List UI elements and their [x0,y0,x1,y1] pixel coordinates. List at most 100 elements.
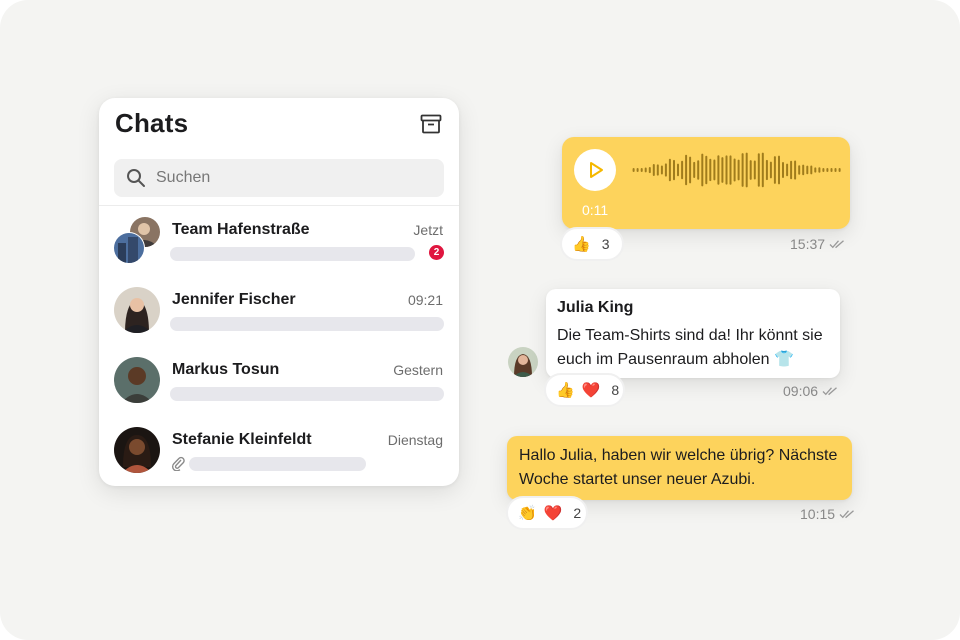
double-check-icon [829,240,844,249]
waveform-bar [818,167,821,173]
archive-icon[interactable] [419,112,443,136]
waveform-bar [741,153,744,187]
waveform-bar [660,165,663,175]
waveform-bar [798,165,801,175]
group-avatar [113,217,160,264]
message-preview-placeholder [170,247,415,261]
message-time: 09:06 [783,383,838,399]
heart-icon: ❤️ [581,380,601,399]
message-preview-placeholder [170,317,444,331]
waveform-bar [693,161,696,178]
page-title: Chats [115,108,189,138]
waveform-bar [745,152,748,188]
message-timestamp: 15:37 [790,236,826,252]
waveform-bar [668,158,671,182]
waveform-bar [664,163,667,177]
waveform-bar [644,167,647,173]
chat-item-jennifer-fischer[interactable]: Jennifer Fischer 09:21 [99,275,459,345]
waveform-bar [765,159,768,181]
waveform-bar [834,168,837,172]
waveform-bar [697,160,700,180]
double-check-icon [839,510,854,519]
chat-list-panel: Chats Suchen Team Hafenstraße Jetzt 2 Je… [99,98,459,486]
waveform-bar [790,160,793,180]
message-timestamp: 10:15 [800,506,836,522]
reaction-count: 8 [611,382,620,398]
search-input[interactable] [156,159,426,197]
waveform-bar [652,164,655,176]
chat-timestamp: Jetzt [413,222,443,238]
play-button[interactable] [574,149,616,191]
clapping-hands-icon: 👏 [518,503,537,522]
chat-name: Markus Tosun [172,361,280,378]
waveform-bar [721,157,724,183]
search-field[interactable] [114,159,444,197]
waveform-bar [757,153,760,187]
waveform-bar [640,168,643,172]
chat-timestamp: Dienstag [387,432,443,448]
reaction-count: 2 [573,505,582,521]
waveform-bar [689,156,692,184]
message-preview-placeholder [170,387,444,401]
waveform-bar [806,165,809,175]
waveform-bar [826,168,829,172]
sender-name: Julia King [557,299,634,316]
waveform-bar [636,168,639,172]
chat-timestamp: Gestern [393,362,443,378]
reaction-summary[interactable]: 👏 ❤️ 2 [506,496,588,530]
waveform-bar [656,164,659,176]
message-time: 10:15 [800,506,855,522]
audio-waveform[interactable] [632,149,842,191]
waveform-bar [632,168,635,172]
waveform-bar [830,168,833,172]
paperclip-icon [171,455,185,472]
message-time: 15:37 [790,236,845,252]
chat-name: Team Hafenstraße [172,221,310,238]
waveform-bar [648,167,651,174]
message-text: Hallo Julia, haben wir welche übrig? Näc… [519,447,838,488]
waveform-bar [705,155,708,185]
thumbs-up-icon: 👍 [556,380,575,399]
heart-icon: ❤️ [543,503,563,522]
waveform-bar [677,163,679,177]
waveform-bar [782,162,784,178]
waveform-bar [802,164,805,176]
message-preview-placeholder [189,457,366,471]
waveform-bar [681,160,684,180]
unread-badge: 2 [429,245,444,260]
message-timestamp: 09:06 [783,383,819,399]
waveform-bar [778,155,780,185]
waveform-bar [685,154,688,186]
waveform-bar [786,163,789,177]
waveform-bar [713,159,716,181]
double-check-icon [822,387,837,396]
person-avatar [114,427,160,473]
voice-duration: 0:11 [582,202,609,218]
chat-item-team-hafenstrasse[interactable]: Team Hafenstraße Jetzt 2 [99,205,459,275]
person-avatar [114,287,160,333]
waveform-bar [737,159,740,181]
outgoing-message-bubble: Hallo Julia, haben wir welche übrig? Näc… [507,436,852,500]
play-icon [590,162,603,178]
waveform-bar [838,168,841,172]
waveform-bar [725,155,728,185]
person-avatar [114,357,160,403]
chat-item-markus-tosun[interactable]: Markus Tosun Gestern [99,345,459,415]
sender-avatar[interactable] [508,347,538,377]
search-icon [126,168,146,188]
incoming-message-bubble: Julia King Die Team-Shirts sind da! Ihr … [546,289,840,378]
reaction-summary[interactable]: 👍 3 [560,227,624,261]
chat-item-stefanie-kleinfeldt[interactable]: Stefanie Kleinfeldt Dienstag [99,415,459,485]
thumbs-up-icon: 👍 [572,234,591,253]
waveform-bar [701,153,704,187]
waveform-bar [773,156,776,184]
waveform-bar [733,158,736,182]
reaction-summary[interactable]: 👍 ❤️ 8 [544,373,625,407]
waveform-bar [810,165,813,175]
waveform-bar [753,160,756,180]
waveform-bar [794,160,797,180]
chat-timestamp: 09:21 [407,292,443,308]
waveform-bar [814,167,817,173]
waveform-bar [749,160,752,180]
reaction-count: 3 [601,236,610,252]
